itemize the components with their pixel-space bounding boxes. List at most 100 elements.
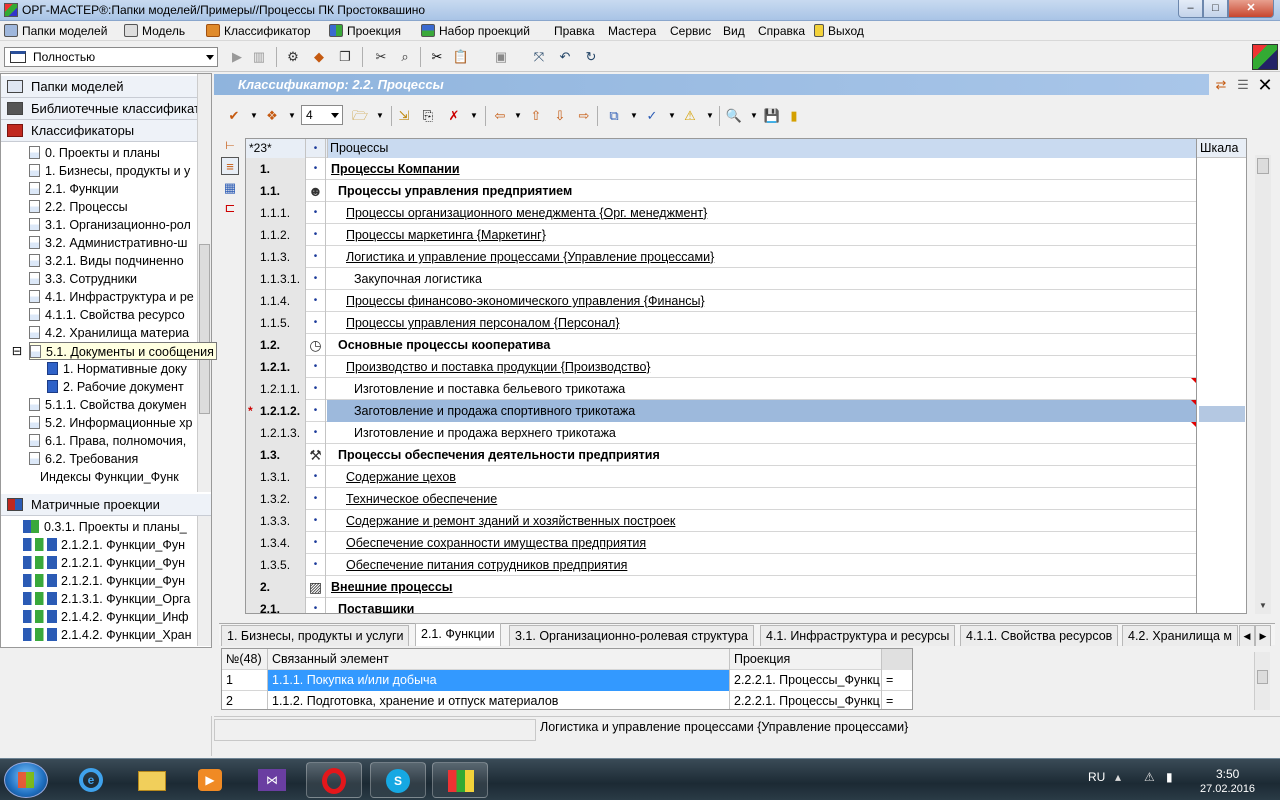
hierarchy-icon[interactable]: ⊏ [221, 199, 239, 217]
tree-item[interactable]: 5.1.1. Свойства докумен [29, 396, 195, 414]
row-number[interactable]: 1.3.4. [246, 532, 306, 554]
tree-item[interactable]: 2.1. Функции [29, 180, 119, 198]
row-number[interactable]: 1.1. [246, 180, 306, 202]
palette-icon[interactable]: ❖ [263, 107, 281, 125]
tree-item[interactable]: 1. Бизнесы, продукты и у [29, 162, 195, 180]
paste-icon[interactable]: 📋 [452, 48, 470, 66]
columns-icon[interactable]: ▦ [221, 179, 239, 197]
projections-scrollbar[interactable] [197, 516, 211, 646]
menu-projection[interactable]: Проекция [329, 23, 401, 39]
chevron-down-icon[interactable]: ▼ [745, 107, 763, 125]
classifier-tool-icon[interactable]: ◆ [310, 48, 328, 66]
projection-item[interactable]: 2.1.4.2. Функции_Хран [23, 626, 195, 644]
row-name[interactable]: Поставщики [327, 598, 414, 613]
refresh-icon[interactable]: ↻ [582, 48, 600, 66]
tree-item[interactable]: 3.2. Административно-ш [29, 234, 195, 252]
stamp-icon[interactable]: ▣ [492, 48, 510, 66]
row-number[interactable]: 1.3.3. [246, 510, 306, 532]
col-projection[interactable]: Проекция [730, 649, 882, 670]
tools-icon[interactable]: ✂ [372, 48, 390, 66]
col-number[interactable]: №(48) [222, 649, 268, 670]
menu-help[interactable]: Справка [758, 23, 805, 39]
grid-row[interactable]: 1.3.2. • Техническое обеспечение [246, 488, 1196, 510]
org-master-taskbar-icon[interactable] [432, 762, 488, 798]
chevron-down-icon[interactable]: ▼ [245, 107, 263, 125]
row-name[interactable]: Внешние процессы [327, 576, 452, 598]
menu-edit[interactable]: Правка [554, 23, 595, 39]
grid-row[interactable]: 1.3. ⚒ Процессы обеспечения деятельности п… [246, 444, 1196, 466]
relation-projection[interactable]: 2.2.2.1. Процессы_Функц [730, 670, 882, 691]
tab-resource-properties[interactable]: 4.1.1. Свойства ресурсов [960, 625, 1119, 646]
tree-subitem[interactable]: 2. Рабочие документ [47, 378, 195, 396]
relation-op[interactable]: = [882, 691, 912, 709]
media-player-icon[interactable]: ▶ [182, 762, 238, 798]
grid-row[interactable]: 2. ▨ Внешние процессы [246, 576, 1196, 598]
chevron-down-icon[interactable] [206, 55, 214, 60]
tab-storage[interactable]: 4.2. Хранилища м [1122, 625, 1238, 646]
arrow-left-icon[interactable]: ⇦ [491, 107, 509, 125]
row-name[interactable]: Заготовление и продажа спортивного трико… [327, 400, 1196, 422]
grid-row[interactable]: 1.2.1.2. * • Заготовление и продажа спортив… [246, 400, 1196, 422]
scroll-down-icon[interactable]: ▼ [1255, 598, 1271, 614]
grid-row[interactable]: 1. • Процессы Компании [246, 158, 1196, 180]
chevron-down-icon[interactable]: ▼ [701, 107, 719, 125]
ie-icon[interactable]: e [64, 762, 120, 798]
tree-item[interactable]: Индексы Функции_Функ [29, 468, 195, 486]
row-name[interactable]: Процессы финансово-экономического управл… [327, 290, 705, 312]
chevron-down-icon[interactable]: ▼ [465, 107, 483, 125]
row-number[interactable]: 1.3.1. [246, 466, 306, 488]
grid-row[interactable]: 1.1.3. • Логистика и управление процессами… [246, 246, 1196, 268]
grid-row[interactable]: 1.3.5. • Обеспечение питания сотрудников п… [246, 554, 1196, 576]
row-name[interactable]: Содержание цехов [327, 466, 456, 488]
visual-studio-icon[interactable]: ⋈ [244, 762, 300, 798]
grid-row[interactable]: 1.3.4. • Обеспечение сохранности имущества… [246, 532, 1196, 554]
tab-functions[interactable]: 2.1. Функции [415, 623, 501, 646]
copy-docs-icon[interactable]: ❐ [336, 48, 354, 66]
section-matrix-projections[interactable]: Матричные проекции [1, 494, 211, 516]
tree-item[interactable]: 3.3. Сотрудники [29, 270, 137, 288]
connect-icon[interactable]: ⤧ [530, 48, 548, 66]
tree-item-selected[interactable]: 2.2. Процессы [29, 198, 128, 216]
row-number[interactable]: 1.1.3. [246, 246, 306, 268]
tab-scroll-right-icon[interactable]: ▶ [1255, 625, 1271, 646]
arrow-right-icon[interactable]: ⇨ [575, 107, 593, 125]
menu-model[interactable]: Модель [124, 23, 185, 39]
row-name[interactable]: Техническое обеспечение [327, 488, 497, 510]
row-name[interactable]: Производство и поставка продукции {Произ… [327, 356, 651, 378]
row-name[interactable]: Основные процессы кооператива [327, 334, 550, 356]
grid-row[interactable]: 1.2.1.1. • Изготовление и поставка бельево… [246, 378, 1196, 400]
relation-row[interactable]: 2 1.1.2. Подготовка, хранение и отпуск м… [222, 691, 912, 709]
menu-service[interactable]: Сервис [670, 23, 711, 39]
chevron-down-icon[interactable]: ▼ [283, 107, 301, 125]
language-indicator[interactable]: RU [1088, 770, 1105, 784]
network-icon[interactable]: ⚠ [1144, 770, 1155, 784]
insert-child-icon[interactable]: ⇲ [395, 107, 413, 125]
grid-row[interactable]: 1.3.1. • Содержание цехов [246, 466, 1196, 488]
explorer-icon[interactable] [124, 762, 180, 798]
chevron-down-icon[interactable]: ▼ [663, 107, 681, 125]
row-name[interactable]: Процессы маркетинга {Маркетинг} [327, 224, 546, 246]
tab-infrastructure[interactable]: 4.1. Инфраструктура и ресурсы [760, 625, 956, 646]
grid-row[interactable]: 1.1.1. • Процессы организационного менеджм… [246, 202, 1196, 224]
grid-scrollbar[interactable]: ▲ ▼ [1255, 155, 1271, 614]
relations-scrollbar[interactable] [1254, 652, 1270, 710]
clock-time[interactable]: 3:50 [1216, 767, 1239, 781]
scroll-thumb[interactable] [199, 244, 210, 414]
copy-element-icon[interactable]: ⧉ [605, 107, 623, 125]
list-icon[interactable]: ☰ [1234, 76, 1252, 94]
row-number[interactable]: 1.1.4. [246, 290, 306, 312]
tree-icon[interactable]: ⚙ [284, 48, 302, 66]
tree-item[interactable]: 3.2.1. Виды подчиненно [29, 252, 195, 270]
row-name[interactable]: Обеспечение питания сотрудников предприя… [327, 554, 627, 576]
spellcheck-icon[interactable]: ✓ [643, 107, 661, 125]
tree-item[interactable]: 6.1. Права, полномочия, [29, 432, 195, 450]
grid-row[interactable]: 2.1. • Поставщики [246, 598, 1196, 613]
tree-item[interactable]: 5.2. Информационные хр [29, 414, 195, 432]
signal-icon[interactable]: ▮ [1166, 770, 1173, 784]
opera-icon[interactable] [306, 762, 362, 798]
relation-op[interactable]: = [882, 670, 912, 691]
row-name[interactable]: Изготовление и поставка бельевого трикот… [327, 378, 625, 400]
scale-header[interactable]: Шкала [1197, 139, 1246, 158]
list-view-icon[interactable]: ≡ [221, 157, 239, 175]
row-name[interactable]: Содержание и ремонт зданий и хозяйственн… [327, 510, 675, 532]
